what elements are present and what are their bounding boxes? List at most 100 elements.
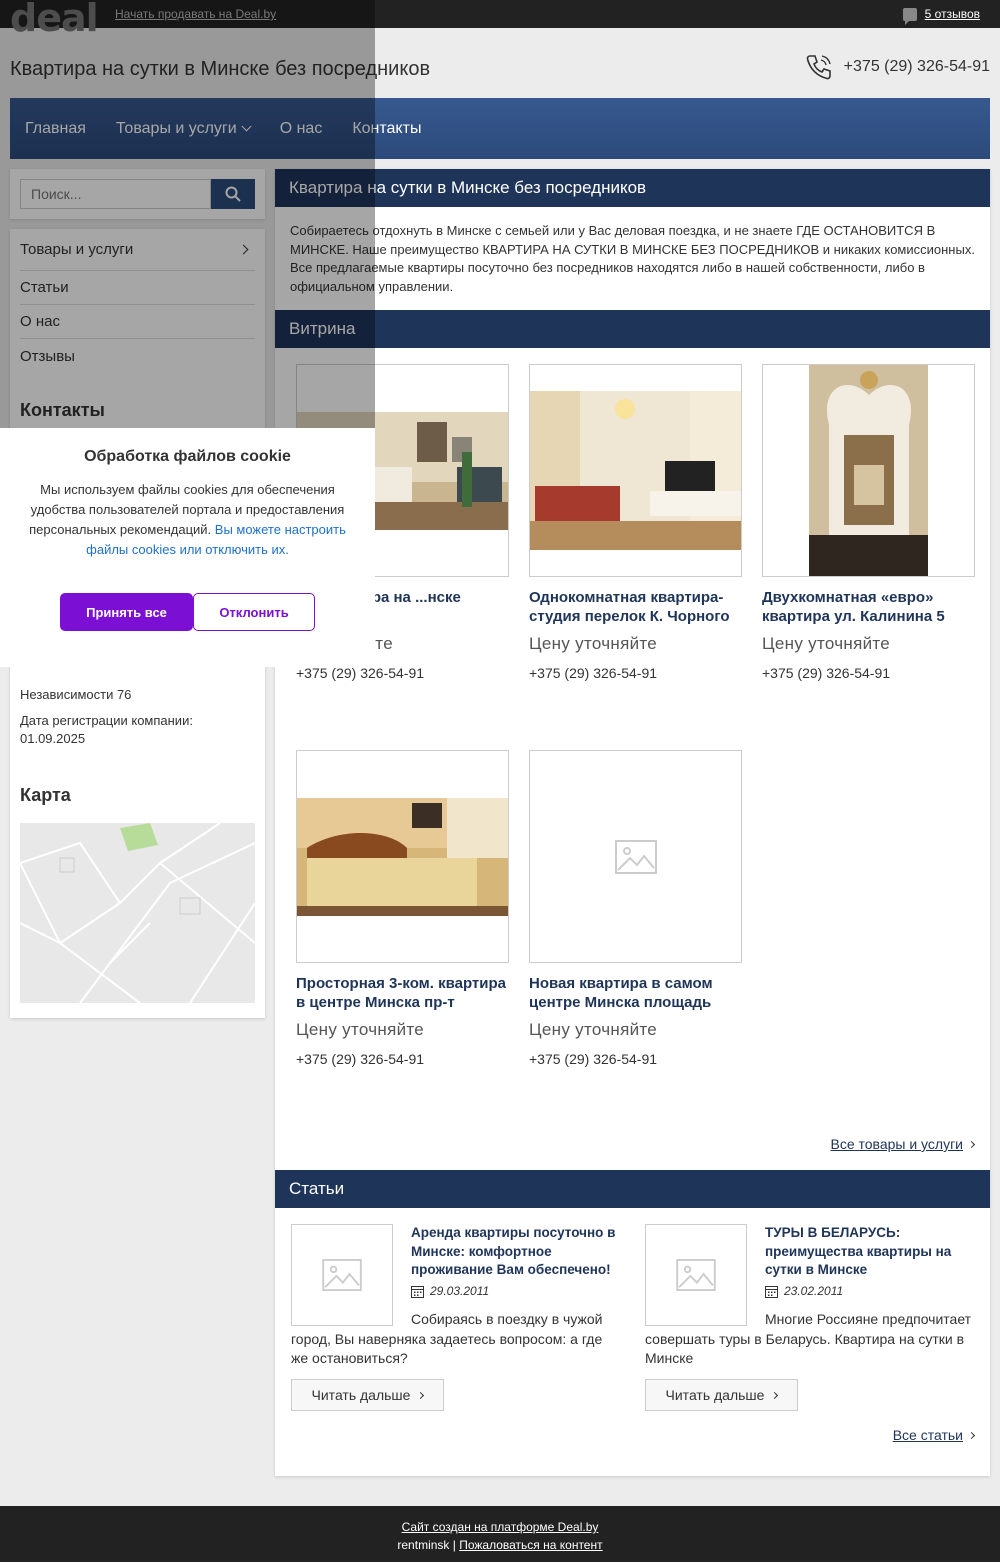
header-phone[interactable]: +375 (29) 326-54-91 [804, 52, 990, 82]
article-date-text: 29.03.2011 [430, 1284, 490, 1298]
showcase-heading: Витрина [275, 310, 990, 348]
image-placeholder-icon [614, 839, 657, 874]
decline-button[interactable]: Отклонить [193, 593, 315, 631]
product-name[interactable]: Двухкомнатная «евро» квартира ул. Калини… [762, 588, 975, 626]
product-price: Цену уточняйте [529, 634, 658, 653]
product-card[interactable]: Новая квартира в самом центре Минска пло… [529, 750, 742, 1067]
reviews-link[interactable]: 5 отзывов [902, 7, 980, 25]
cookie-title: Обработка файлов cookie [84, 448, 291, 465]
registration-date: 01.09.2025 [20, 731, 86, 746]
article-excerpt: Собираясь в поездку в чужой город, Вы на… [291, 1311, 603, 1366]
sidebar-item-label: Отзывы [20, 347, 75, 365]
product-image[interactable] [529, 750, 742, 963]
phone-icon [806, 55, 831, 80]
cookie-panel: Обработка файлов cookie Мы используем фа… [0, 428, 375, 667]
product-phone[interactable]: +375 (29) 326-54-91 [529, 665, 742, 681]
article-title[interactable]: Аренда квартиры посуточно в Минске: комф… [411, 1224, 621, 1280]
article-date: 29.03.2011 [411, 1284, 489, 1298]
product-name[interactable]: Новая квартира в самом центре Минска пло… [529, 974, 742, 1012]
map[interactable] [20, 823, 255, 1003]
product-card[interactable]: Просторная 3-ком. квартира в центре Минс… [296, 750, 509, 1067]
article-item: Аренда квартиры посуточно в Минске: комф… [291, 1224, 621, 1374]
product-name[interactable]: Просторная 3-ком. квартира в центре Минс… [296, 974, 509, 1012]
main-content: Квартира на сутки в Минске без посредник… [275, 169, 990, 1476]
chevron-down-icon [241, 121, 252, 132]
platform-link[interactable]: Сайт создан на платформе Deal.by [402, 1520, 599, 1534]
footer-separator: | [452, 1538, 456, 1552]
article-item: ТУРЫ В БЕЛАРУСЬ: преимущества квартиры н… [645, 1224, 975, 1374]
calendar-icon [411, 1285, 424, 1298]
living-room-photo [530, 391, 741, 550]
nav-products-label: Товары и услуги [115, 119, 237, 137]
article-title[interactable]: ТУРЫ В БЕЛАРУСЬ: преимущества квартиры н… [765, 1224, 975, 1280]
read-more-button[interactable]: Читать дальше [291, 1379, 444, 1411]
sidebar-item-label: Товары и услуги [20, 241, 134, 258]
bed-photo [297, 797, 508, 916]
cookie-buttons: Принять все Отклонить [60, 593, 315, 631]
product-card[interactable]: Однокомнатная квартира-студия перелок К.… [529, 364, 742, 681]
sidebar-item-reviews[interactable]: Отзывы [20, 339, 255, 373]
article-date: 23.02.2011 [765, 1284, 843, 1298]
address: Независимости 76 [20, 687, 132, 702]
sidebar-item-label: О нас [20, 313, 60, 330]
article-excerpt: Многие Россияне предпочитает совершать т… [645, 1311, 972, 1366]
search-button[interactable] [211, 179, 255, 209]
product-phone[interactable]: +375 (29) 326-54-91 [529, 1051, 742, 1067]
product-image[interactable] [296, 750, 509, 963]
nav-about-label: О нас [279, 119, 323, 137]
search-box [10, 169, 265, 219]
contacts-heading: Контакты [20, 400, 105, 420]
top-bar: deal Начать продавать на Deal.by 5 отзыв… [0, 0, 1000, 37]
search-input[interactable] [20, 179, 211, 209]
image-placeholder-icon [322, 1259, 362, 1291]
all-articles-link[interactable]: Все статьи [892, 1427, 976, 1443]
product-price: Цену уточняйте [296, 1020, 425, 1039]
read-more-label: Читать дальше [665, 1387, 765, 1403]
all-products-link[interactable]: Все товары и услуги [830, 1136, 976, 1152]
product-image[interactable] [762, 364, 975, 577]
reviews-count: 5 отзывов [924, 7, 980, 21]
nav-about[interactable]: О нас [280, 120, 323, 138]
product-image[interactable] [529, 364, 742, 577]
chevron-right-icon [967, 1140, 976, 1148]
nav-home[interactable]: Главная [25, 120, 86, 138]
sidebar-menu: Товары и услуги Статьи О нас Отзывы [20, 229, 255, 373]
product-card[interactable]: Двухкомнатная «евро» квартира ул. Калини… [762, 364, 975, 681]
chevron-right-icon [417, 1391, 425, 1399]
nav-products[interactable]: Товары и услуги [115, 119, 252, 138]
deal-logo[interactable]: deal [10, 0, 99, 37]
all-products-label: Все товары и услуги [830, 1136, 963, 1152]
footer: Сайт создан на платформе Deal.by rentmin… [0, 1506, 1000, 1562]
product-phone[interactable]: +375 (29) 326-54-91 [296, 665, 509, 681]
intro-text: Собираетесь отдохнуть в Минске с семьей … [290, 223, 975, 294]
complaint-link[interactable]: Пожаловаться на контент [459, 1538, 602, 1552]
nav-contacts-label: Контакты [352, 119, 422, 137]
registration-label: Дата регистрации компании: [20, 713, 193, 728]
map-heading: Карта [20, 785, 71, 805]
product-name[interactable]: Однокомнатная квартира-студия перелок К.… [529, 588, 742, 626]
sidebar-item-articles[interactable]: Статьи [20, 271, 255, 305]
read-more-button[interactable]: Читать дальше [645, 1379, 798, 1411]
header-phone-number: +375 (29) 326-54-91 [843, 58, 990, 75]
cookie-body: Мы используем файлы cookies для обеспече… [20, 480, 355, 560]
product-price: Цену уточняйте [762, 634, 891, 653]
page-title: Квартира на сутки в Минске без посредник… [275, 169, 990, 207]
product-phone[interactable]: +375 (29) 326-54-91 [762, 665, 975, 681]
site-name: rentminsk [397, 1538, 450, 1552]
read-more-label: Читать дальше [311, 1387, 411, 1403]
sidebar-item-products[interactable]: Товары и услуги [20, 229, 255, 271]
site-title: Квартира на сутки в Минске без посредник… [10, 58, 431, 80]
chevron-right-icon [967, 1431, 976, 1439]
articles-heading: Статьи [275, 1170, 990, 1208]
product-phone[interactable]: +375 (29) 326-54-91 [296, 1051, 509, 1067]
nav-contacts[interactable]: Контакты [352, 120, 421, 138]
start-selling-link[interactable]: Начать продавать на Deal.by [115, 7, 276, 21]
sidebar-item-label: Статьи [20, 279, 69, 296]
product-price: Цену уточняйте [529, 1020, 658, 1039]
all-articles-label: Все статьи [892, 1427, 963, 1443]
sidebar-item-about[interactable]: О нас [20, 305, 255, 339]
chat-icon [902, 7, 917, 25]
accept-all-button[interactable]: Принять все [60, 593, 193, 631]
calendar-icon [765, 1285, 778, 1298]
nav-home-label: Главная [25, 119, 86, 137]
